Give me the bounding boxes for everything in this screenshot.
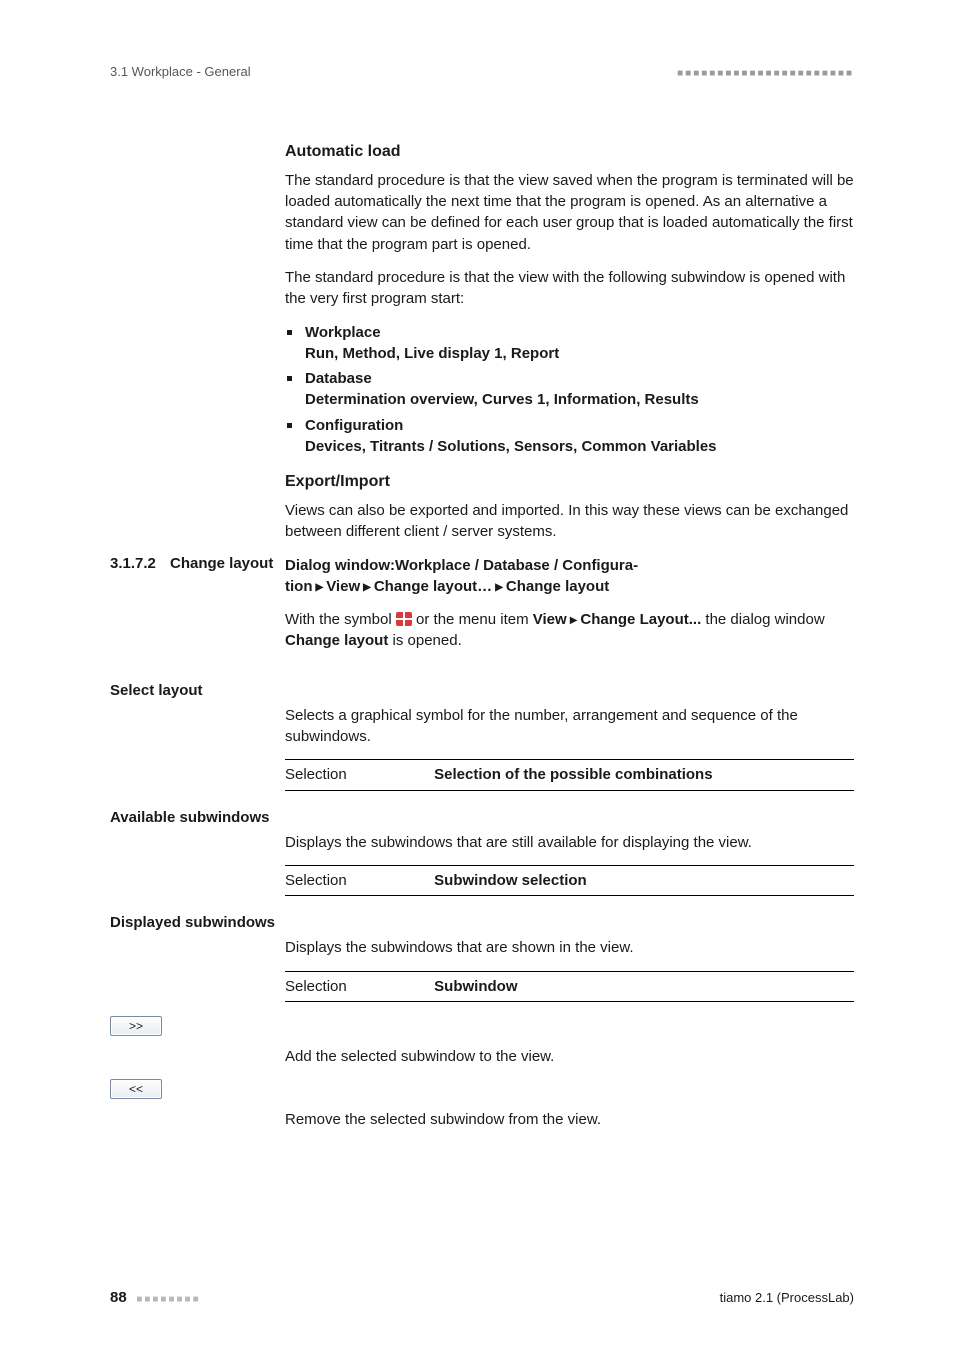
para: The standard procedure is that the view … — [285, 267, 854, 310]
running-head-left: 3.1 Workplace - General — [110, 64, 251, 79]
li-title: Database — [305, 370, 372, 387]
selection-row: Selection Selection of the possible comb… — [285, 759, 854, 790]
triangle-icon: ▶ — [495, 581, 503, 595]
footer-dots: ■■■■■■■■ — [136, 1294, 200, 1305]
selection-value: Subwindow selection — [434, 872, 587, 889]
list-item: Configuration Devices, Titrants / Soluti… — [305, 415, 854, 458]
para: With the symbol or the menu item View▶Ch… — [285, 609, 854, 652]
para: Views can also be exported and imported.… — [285, 500, 854, 543]
heading-automatic-load: Automatic load — [285, 141, 854, 164]
triangle-icon: ▶ — [363, 581, 371, 595]
para: Remove the selected subwindow from the v… — [285, 1109, 854, 1130]
list-item: Workplace Run, Method, Live display 1, R… — [305, 322, 854, 365]
footer-right: tiamo 2.1 (ProcessLab) — [720, 1290, 854, 1305]
subwindow-list: Workplace Run, Method, Live display 1, R… — [285, 322, 854, 458]
change-layout-icon — [396, 612, 412, 626]
li-title: Configuration — [305, 417, 403, 434]
footer-left: 88 ■■■■■■■■ — [110, 1289, 201, 1306]
selection-label: Selection — [285, 870, 430, 891]
selection-value: Subwindow — [434, 978, 517, 995]
heading-export-import: Export/Import — [285, 471, 854, 494]
selection-label: Selection — [285, 764, 430, 785]
selection-label: Selection — [285, 976, 430, 997]
field-heading-select-layout: Select layout — [110, 682, 854, 699]
add-subwindow-button[interactable]: >> — [110, 1016, 162, 1036]
selection-row: Selection Subwindow — [285, 971, 854, 1002]
field-heading-available-subwindows: Available subwindows — [110, 809, 854, 826]
li-body: Run, Method, Live display 1, Report — [305, 345, 559, 362]
page-number: 88 — [110, 1289, 127, 1306]
li-body: Devices, Titrants / Solutions, Sensors, … — [305, 438, 717, 455]
section-number: 3.1.7.2 — [110, 555, 170, 572]
dialog-path: Dialog window:Workplace / Database / Con… — [285, 555, 854, 598]
selection-value: Selection of the possible combinations — [434, 766, 712, 783]
list-item: Database Determination overview, Curves … — [305, 368, 854, 411]
section-title: Change layout — [170, 555, 273, 572]
selection-row: Selection Subwindow selection — [285, 865, 854, 896]
section-heading: 3.1.7.2Change layout — [110, 555, 285, 572]
header-dots: ■■■■■■■■■■■■■■■■■■■■■■ — [677, 64, 854, 79]
para: The standard procedure is that the view … — [285, 170, 854, 255]
para: Selects a graphical symbol for the numbe… — [285, 705, 854, 748]
field-heading-displayed-subwindows: Displayed subwindows — [110, 914, 854, 931]
para: Displays the subwindows that are still a… — [285, 832, 854, 853]
para: Displays the subwindows that are shown i… — [285, 937, 854, 958]
triangle-icon: ▶ — [570, 614, 578, 628]
remove-subwindow-button[interactable]: << — [110, 1079, 162, 1099]
para: Add the selected subwindow to the view. — [285, 1046, 854, 1067]
li-body: Determination overview, Curves 1, Inform… — [305, 391, 699, 408]
li-title: Workplace — [305, 324, 381, 341]
triangle-icon: ▶ — [316, 581, 324, 595]
